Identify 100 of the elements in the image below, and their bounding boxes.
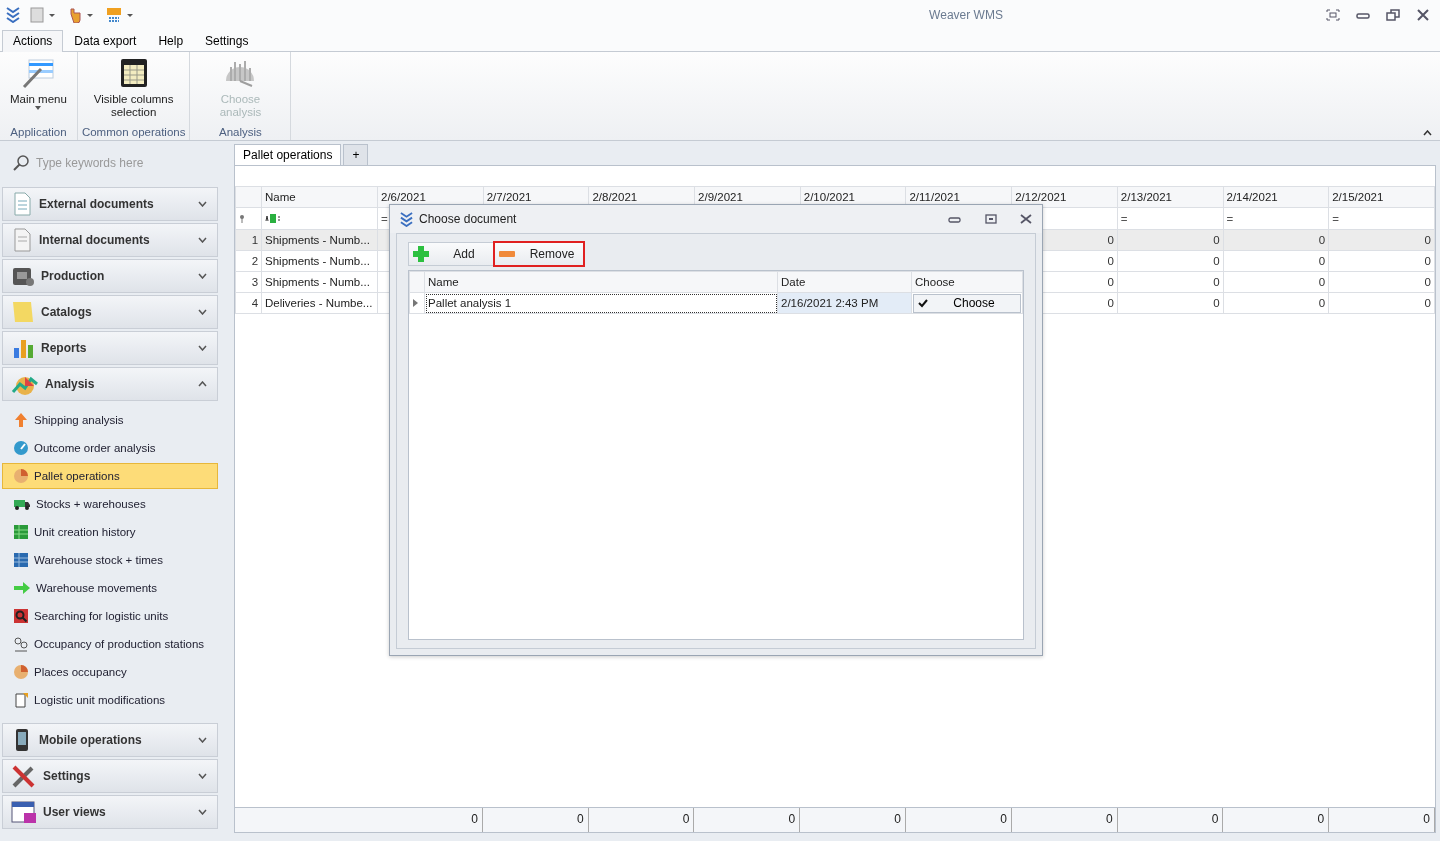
table-cell: 0 xyxy=(1223,292,1329,314)
ribbon-tab[interactable]: Data export xyxy=(63,30,148,52)
table-cell: 0 xyxy=(1117,292,1224,314)
restore-icon[interactable] xyxy=(1386,8,1400,21)
total-value: 0 xyxy=(788,812,796,826)
total-value: 0 xyxy=(1317,812,1325,826)
people-icon xyxy=(13,636,29,652)
table-cell: 0 xyxy=(1328,292,1435,314)
fullscreen-icon[interactable] xyxy=(1326,8,1340,21)
nav-group-header[interactable]: Internal documents xyxy=(2,223,218,257)
table-icon xyxy=(13,524,29,540)
gauge-icon xyxy=(13,440,29,456)
total-value: 0 xyxy=(576,812,584,826)
filter-operator[interactable]: = xyxy=(1332,212,1339,225)
arrow-up-icon xyxy=(13,412,29,428)
column-header[interactable]: 2/12/2021 xyxy=(1011,186,1118,208)
total-value: 0 xyxy=(1105,812,1113,826)
filter-operator[interactable]: = xyxy=(1120,212,1128,225)
column-header[interactable]: Choose xyxy=(911,271,1023,293)
nav-item[interactable]: Stocks + warehouses xyxy=(2,491,218,517)
row-number: 2 xyxy=(235,250,262,272)
hand-dropdown-icon[interactable] xyxy=(68,6,96,23)
nav-item[interactable]: Warehouse stock + times xyxy=(2,547,218,573)
app-logo-icon[interactable] xyxy=(6,6,20,23)
filter-operator[interactable]: = xyxy=(1226,212,1234,225)
dialog-title: Choose document xyxy=(419,212,518,226)
nav-item[interactable]: Occupancy of production stations xyxy=(2,631,218,657)
total-value: 0 xyxy=(471,812,478,826)
ribbon-tab[interactable]: Actions xyxy=(2,30,64,52)
total-value: 0 xyxy=(1423,812,1430,826)
nav-group-header[interactable]: Reports xyxy=(2,331,218,365)
table-cell: Shipments - Numb... xyxy=(261,250,378,272)
ribbon-tab[interactable]: Settings xyxy=(194,30,260,52)
toolbar-button[interactable]: Add xyxy=(408,242,495,266)
nav-item[interactable]: Places occupancy xyxy=(2,659,218,685)
minimize-icon[interactable] xyxy=(948,214,963,224)
table-cell: 0 xyxy=(1328,271,1435,293)
table-icon xyxy=(13,552,29,568)
choose-button[interactable]: Choose xyxy=(913,293,1022,313)
search-icon xyxy=(13,608,29,624)
ribbon-group-caption: Application xyxy=(10,126,67,140)
nav-item[interactable]: Shipping analysis xyxy=(2,407,218,433)
column-header[interactable]: 2/13/2021 xyxy=(1117,186,1224,208)
close-icon[interactable] xyxy=(1020,214,1033,224)
table-cell: Shipments - Numb... xyxy=(261,271,378,293)
nav-group-header[interactable]: User views xyxy=(2,795,218,829)
column-header[interactable]: 2/14/2021 xyxy=(1223,186,1329,208)
filter-operator[interactable]: = xyxy=(381,212,388,225)
column-header[interactable]: 2/15/2021 xyxy=(1328,186,1435,208)
note-icon xyxy=(11,300,35,324)
pie-chart-icon xyxy=(13,664,29,680)
total-value: 0 xyxy=(1000,812,1007,826)
table-cell: Deliveries - Numbe... xyxy=(261,292,378,314)
search-icon xyxy=(12,154,30,172)
table-icon xyxy=(118,57,149,89)
row-number: 1 xyxy=(235,229,262,251)
pencil-table-icon xyxy=(21,57,56,89)
tools-icon xyxy=(11,764,37,788)
filter-pin-icon xyxy=(239,213,246,223)
column-header[interactable]: Date xyxy=(777,271,912,293)
ribbon-tab[interactable]: Help xyxy=(147,30,195,52)
ribbon-group-caption: Common operations xyxy=(81,126,186,140)
close-icon[interactable] xyxy=(1416,8,1430,21)
document-tab[interactable]: + xyxy=(343,144,369,165)
ribbon-button[interactable]: Main menu xyxy=(4,52,73,126)
nav-group-header[interactable]: Settings xyxy=(2,759,218,793)
nav-group-header[interactable]: Catalogs xyxy=(2,295,218,329)
app-logo-icon xyxy=(400,211,414,227)
pie-chart-icon xyxy=(13,468,29,484)
nav-item[interactable]: Logistic unit modifications xyxy=(2,687,218,713)
nav-item[interactable]: Pallet operations xyxy=(2,463,218,489)
search-field[interactable]: Type keywords here xyxy=(36,156,206,170)
collapse-icon[interactable] xyxy=(1423,130,1432,136)
nav-item[interactable]: Outcome order analysis xyxy=(2,435,218,461)
row-number: 4 xyxy=(235,292,262,314)
ribbon-button[interactable]: Visible columns selection xyxy=(87,52,180,126)
document-icon xyxy=(13,692,29,708)
column-header[interactable]: Name xyxy=(424,271,778,293)
table-cell: Pallet analysis 1 xyxy=(424,292,778,314)
nav-group-header[interactable]: Mobile operations xyxy=(2,723,218,757)
table-cell: 0 xyxy=(1117,271,1224,293)
total-value: 0 xyxy=(682,812,690,826)
column-header[interactable]: Name xyxy=(261,186,378,208)
nav-group-header[interactable]: External documents xyxy=(2,187,218,221)
text-filter-icon xyxy=(265,213,282,223)
table-cell: 0 xyxy=(1328,250,1435,272)
nav-group-header[interactable]: Analysis xyxy=(2,367,218,401)
nav-item[interactable]: Unit creation history xyxy=(2,519,218,545)
nav-group-header[interactable]: Production xyxy=(2,259,218,293)
nav-item[interactable]: Searching for logistic units xyxy=(2,603,218,629)
total-value: 0 xyxy=(894,812,901,826)
document-tab[interactable]: Pallet operations xyxy=(234,144,342,165)
nav-item[interactable]: Warehouse movements xyxy=(2,575,218,601)
window-icon xyxy=(11,800,37,824)
toolbar-button[interactable]: Remove xyxy=(494,242,585,266)
arrow-right-icon xyxy=(13,580,31,596)
table-cell: 0 xyxy=(1223,271,1329,293)
row-indicator-icon xyxy=(413,299,419,307)
minus-icon xyxy=(499,251,516,257)
maximize-icon[interactable] xyxy=(984,214,999,224)
